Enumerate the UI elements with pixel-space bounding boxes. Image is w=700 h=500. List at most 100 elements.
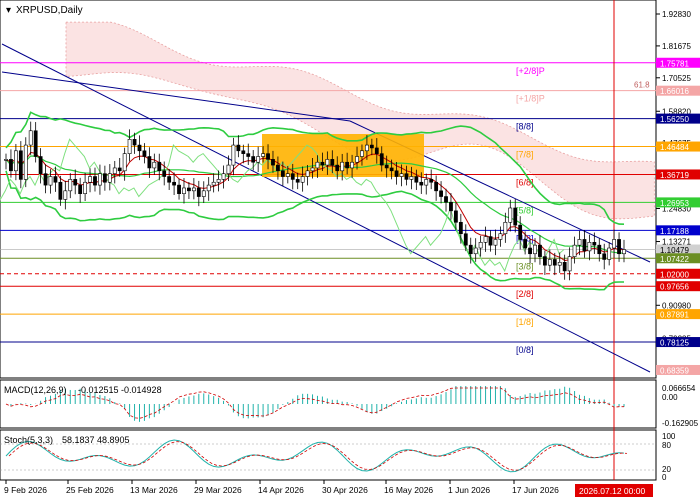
candle-body <box>325 159 330 166</box>
candle-body <box>102 173 107 183</box>
candle-body <box>211 181 216 186</box>
candle-body <box>518 224 523 240</box>
candle-body <box>300 176 305 183</box>
candle-body <box>498 233 503 240</box>
candle-body <box>63 190 68 200</box>
candle-body <box>473 247 478 255</box>
price-label: 1.56250 <box>660 115 689 124</box>
price-axis: 1.928301.816751.705251.588201.476751.365… <box>656 10 700 482</box>
price-label: 1.66016 <box>660 87 689 96</box>
candle-body <box>478 242 483 249</box>
candle-body <box>429 179 434 183</box>
candle-body <box>88 176 92 183</box>
candle-body <box>503 221 508 235</box>
candle-body <box>602 253 607 260</box>
murrey-label: [0/8] <box>516 345 534 355</box>
candle-body <box>468 244 473 255</box>
candle-body <box>330 159 335 166</box>
candle-body <box>572 244 577 257</box>
price-label: 1.46484 <box>660 143 689 152</box>
murrey-label: [+1/8]P <box>516 94 545 104</box>
candle-body <box>483 236 488 243</box>
murrey-label: [7/8] <box>516 150 534 160</box>
candle-body <box>567 256 572 272</box>
candle-body <box>577 239 582 246</box>
candle-body <box>261 153 265 157</box>
time-tick-label: 1 Jun 2026 <box>448 485 490 495</box>
candle-body <box>68 179 73 192</box>
candle-body <box>132 139 137 146</box>
candle-body <box>43 173 48 186</box>
candle-body <box>617 239 621 255</box>
candle-body <box>399 173 404 177</box>
murrey-label: [5/8] <box>516 205 534 215</box>
candle-body <box>93 176 97 186</box>
candle-body <box>107 173 112 183</box>
candle-body <box>528 247 532 255</box>
candle-body <box>187 187 191 192</box>
candle-body <box>38 156 43 174</box>
murrey-label: [2/8] <box>516 289 534 299</box>
candle-body <box>251 156 256 163</box>
candle-body <box>355 156 359 163</box>
price-label: 0.87891 <box>660 311 689 320</box>
candle-body <box>409 176 414 180</box>
candle-body <box>276 164 280 172</box>
candle-body <box>587 242 592 252</box>
murrey-label: [8/8] <box>516 122 534 132</box>
candle-body <box>434 181 439 192</box>
murrey-label: [+2/8]P <box>516 66 545 76</box>
candle-body <box>117 167 122 172</box>
candle-body <box>231 144 236 166</box>
stoch-label: Stoch(5,3,3) <box>4 435 53 445</box>
candle-body <box>13 150 18 172</box>
candle-body <box>18 150 23 180</box>
candle-body <box>305 170 310 177</box>
candle-body <box>369 144 374 149</box>
candle-body <box>345 161 350 169</box>
candle-body <box>360 150 364 157</box>
candle-body <box>280 170 285 177</box>
candle-body <box>266 153 270 160</box>
price-tick-label: 1.92830 <box>662 10 691 19</box>
time-tick-label: 13 Mar 2026 <box>130 485 178 495</box>
candle-body <box>533 244 537 255</box>
price-label: 1.17188 <box>660 227 689 236</box>
candle-body <box>365 144 369 152</box>
candle-body <box>523 239 528 249</box>
candle-body <box>177 184 181 194</box>
candle-body <box>582 239 587 252</box>
candle-body <box>206 184 211 192</box>
candle-body <box>454 210 458 223</box>
candle-body <box>374 147 379 154</box>
candle-body <box>350 161 354 169</box>
candle-body <box>513 207 518 226</box>
stoch-tick: 80 <box>662 441 671 450</box>
candle-body <box>542 256 547 266</box>
candle-body <box>439 190 443 197</box>
time-tick-label: 9 Feb 2026 <box>4 485 47 495</box>
murrey-label: [3/8] <box>516 261 534 271</box>
time-tick-label: 17 Jun 2026 <box>512 485 559 495</box>
candle-body <box>384 164 389 169</box>
candle-body <box>547 259 552 266</box>
candle-body <box>488 236 493 246</box>
candle-body <box>493 239 498 246</box>
candle-body <box>246 153 251 157</box>
chart-svg[interactable]: [+2/8]P[+1/8]P[8/8][7/8][6/8][5/8][4/8][… <box>0 0 700 500</box>
candle-body <box>607 247 612 260</box>
fib-label: 61.8 <box>634 81 650 90</box>
candle-body <box>157 161 162 172</box>
candle-body <box>379 153 384 166</box>
candle-body <box>9 159 13 172</box>
time-tick-label: 25 Feb 2026 <box>66 485 114 495</box>
candle-body <box>449 201 453 212</box>
candle-body <box>226 164 231 174</box>
price-label: 1.07422 <box>660 255 689 264</box>
symbol-arrow-icon: ▾ <box>6 5 11 16</box>
candle-body <box>315 161 320 169</box>
candle-body <box>335 164 340 172</box>
price-label: 1.75781 <box>660 59 689 68</box>
price-tick-label: 1.70525 <box>662 74 691 83</box>
stoch-tick: 0 <box>662 473 667 482</box>
